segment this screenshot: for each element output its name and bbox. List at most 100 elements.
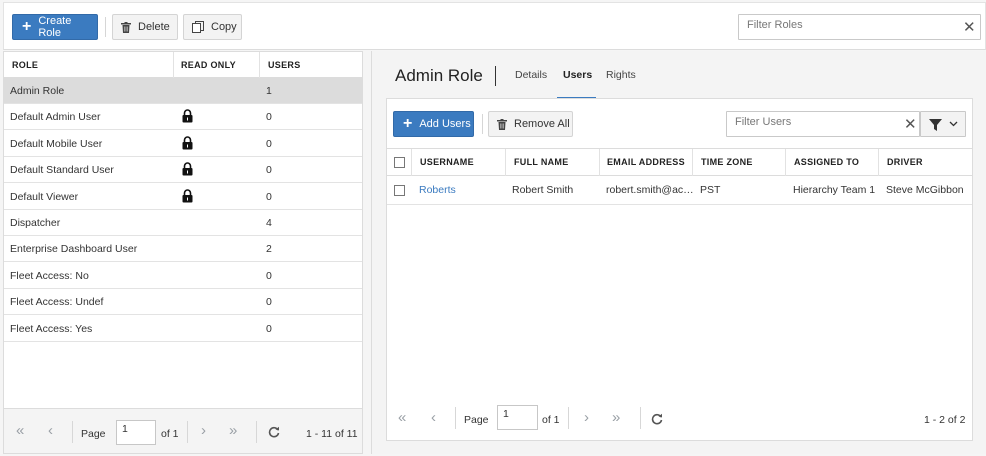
role-name: Admin Role	[10, 85, 65, 97]
users-pager: « ‹ Page 1 of 1 › » 1 - 2 of 2	[372, 394, 986, 454]
lock-icon	[182, 136, 193, 150]
remove-all-label: Remove All	[514, 118, 570, 130]
refresh-icon[interactable]	[651, 413, 663, 425]
col-username[interactable]: USERNAME	[420, 149, 474, 176]
full-name-cell: Robert Smith	[512, 184, 574, 196]
role-name: Fleet Access: Undef	[10, 296, 104, 309]
prev-page-icon[interactable]: ‹	[48, 423, 53, 438]
clear-filter-users-icon[interactable]: ✕	[904, 117, 917, 132]
list-item[interactable]: Default Admin User 0	[4, 104, 362, 131]
col-divider	[505, 149, 506, 176]
role-users-count: 0	[266, 111, 272, 124]
pager-divider	[640, 407, 641, 429]
role-title: Admin Role	[395, 66, 483, 85]
first-page-icon[interactable]: «	[398, 410, 406, 425]
add-users-button[interactable]: + Add Users	[393, 111, 474, 137]
role-name: Enterprise Dashboard User	[10, 243, 138, 256]
next-page-icon[interactable]: ›	[584, 410, 589, 425]
list-item[interactable]: Default Standard User 0	[4, 157, 362, 184]
role-users-count: 0	[266, 269, 272, 282]
role-users-count: 0	[266, 164, 272, 177]
col-assigned-to[interactable]: ASSIGNED TO	[794, 149, 859, 176]
filter-options-button[interactable]	[920, 111, 966, 137]
lock-icon	[182, 109, 193, 123]
copy-icon	[184, 21, 211, 33]
list-item[interactable]: Enterprise Dashboard User 2	[4, 236, 362, 263]
list-item[interactable]: Fleet Access: Undef 0	[4, 289, 362, 316]
trash-icon	[489, 118, 514, 130]
users-range-label: 1 - 2 of 2	[924, 414, 966, 426]
col-divider	[692, 149, 693, 176]
refresh-icon[interactable]	[268, 426, 280, 438]
col-divider	[259, 52, 260, 78]
role-users-count: 0	[266, 322, 272, 335]
trash-icon	[113, 21, 138, 33]
tab-rights[interactable]: Rights	[606, 69, 636, 81]
col-divider	[411, 149, 412, 176]
table-row[interactable]: Roberts Robert Smith robert.smith@ac… PS…	[387, 176, 972, 205]
role-name: Default Standard User	[10, 164, 114, 177]
page-number-input[interactable]: 1	[116, 420, 156, 445]
col-role[interactable]: ROLE	[12, 52, 38, 78]
list-item[interactable]: Default Viewer 0	[4, 184, 362, 210]
roles-range-label: 1 - 11 of 11	[306, 428, 358, 440]
username-link[interactable]: Roberts	[419, 176, 456, 205]
title-divider	[495, 66, 496, 86]
first-page-icon[interactable]: «	[16, 423, 24, 438]
col-users[interactable]: USERS	[268, 52, 301, 78]
clear-filter-roles-icon[interactable]: ✕	[963, 20, 976, 35]
role-users-count: 0	[266, 190, 272, 203]
plus-icon: +	[22, 18, 32, 35]
assigned-to-cell: Hierarchy Team 1	[793, 184, 876, 196]
page-label: Page	[81, 428, 106, 440]
col-divider	[785, 149, 786, 176]
delete-button[interactable]: Delete	[112, 14, 178, 40]
pager-divider	[256, 421, 257, 443]
last-page-icon[interactable]: »	[612, 410, 620, 425]
prev-page-icon[interactable]: ‹	[431, 410, 436, 425]
filter-roles-input[interactable]	[747, 19, 897, 31]
roles-panel: ROLE READ ONLY USERS Admin Role 1 Default …	[3, 51, 363, 454]
chevron-down-icon	[949, 121, 958, 127]
pager-divider	[187, 421, 188, 443]
email-cell: robert.smith@ac…	[606, 184, 694, 196]
col-driver[interactable]: DRIVER	[887, 149, 923, 176]
col-full-name[interactable]: FULL NAME	[514, 149, 569, 176]
select-all-checkbox[interactable]	[394, 157, 405, 168]
remove-all-button[interactable]: Remove All	[488, 111, 573, 137]
col-time-zone[interactable]: TIME ZONE	[701, 149, 753, 176]
list-item[interactable]: Fleet Access: Yes 0	[4, 316, 362, 342]
roles-table-header: ROLE READ ONLY USERS	[4, 52, 362, 78]
role-users-count: 0	[266, 296, 272, 309]
col-divider	[599, 149, 600, 176]
page-of-label: of 1	[542, 414, 560, 426]
col-read-only[interactable]: READ ONLY	[181, 52, 236, 78]
role-detail-panel: Admin Role Details Users Rights + Add Us…	[371, 51, 986, 454]
driver-cell: Steve McGibbon	[886, 184, 964, 196]
filter-users-field[interactable]: ✕	[726, 111, 920, 137]
next-page-icon[interactable]: ›	[201, 423, 206, 438]
toolbar-divider	[105, 17, 106, 37]
create-role-button[interactable]: + Create Role	[12, 14, 98, 40]
list-item[interactable]: Default Mobile User 0	[4, 131, 362, 157]
filter-roles-field[interactable]: ✕	[738, 14, 981, 40]
filter-users-input[interactable]	[735, 116, 885, 128]
list-item[interactable]: Fleet Access: No 0	[4, 263, 362, 289]
tab-users[interactable]: Users	[563, 69, 592, 81]
col-email-address[interactable]: EMAIL ADDRESS	[607, 149, 685, 176]
role-users-count: 0	[266, 137, 272, 150]
role-name: Fleet Access: Yes	[10, 322, 93, 335]
page-number-input[interactable]: 1	[497, 405, 538, 430]
list-item[interactable]: Admin Role 1	[4, 78, 362, 104]
list-item[interactable]: Dispatcher 4	[4, 210, 362, 236]
copy-button[interactable]: Copy	[183, 14, 242, 40]
add-users-label: Add Users	[419, 118, 471, 130]
lock-icon	[182, 188, 193, 203]
last-page-icon[interactable]: »	[229, 423, 237, 438]
row-checkbox[interactable]	[394, 185, 405, 196]
users-grid-toolbar: + Add Users Remove All ✕	[387, 99, 972, 149]
filter-icon	[929, 119, 942, 131]
delete-label: Delete	[138, 21, 170, 33]
tab-details[interactable]: Details	[515, 69, 547, 81]
users-grid-header: USERNAME FULL NAME EMAIL ADDRESS TIME ZO…	[387, 149, 972, 176]
